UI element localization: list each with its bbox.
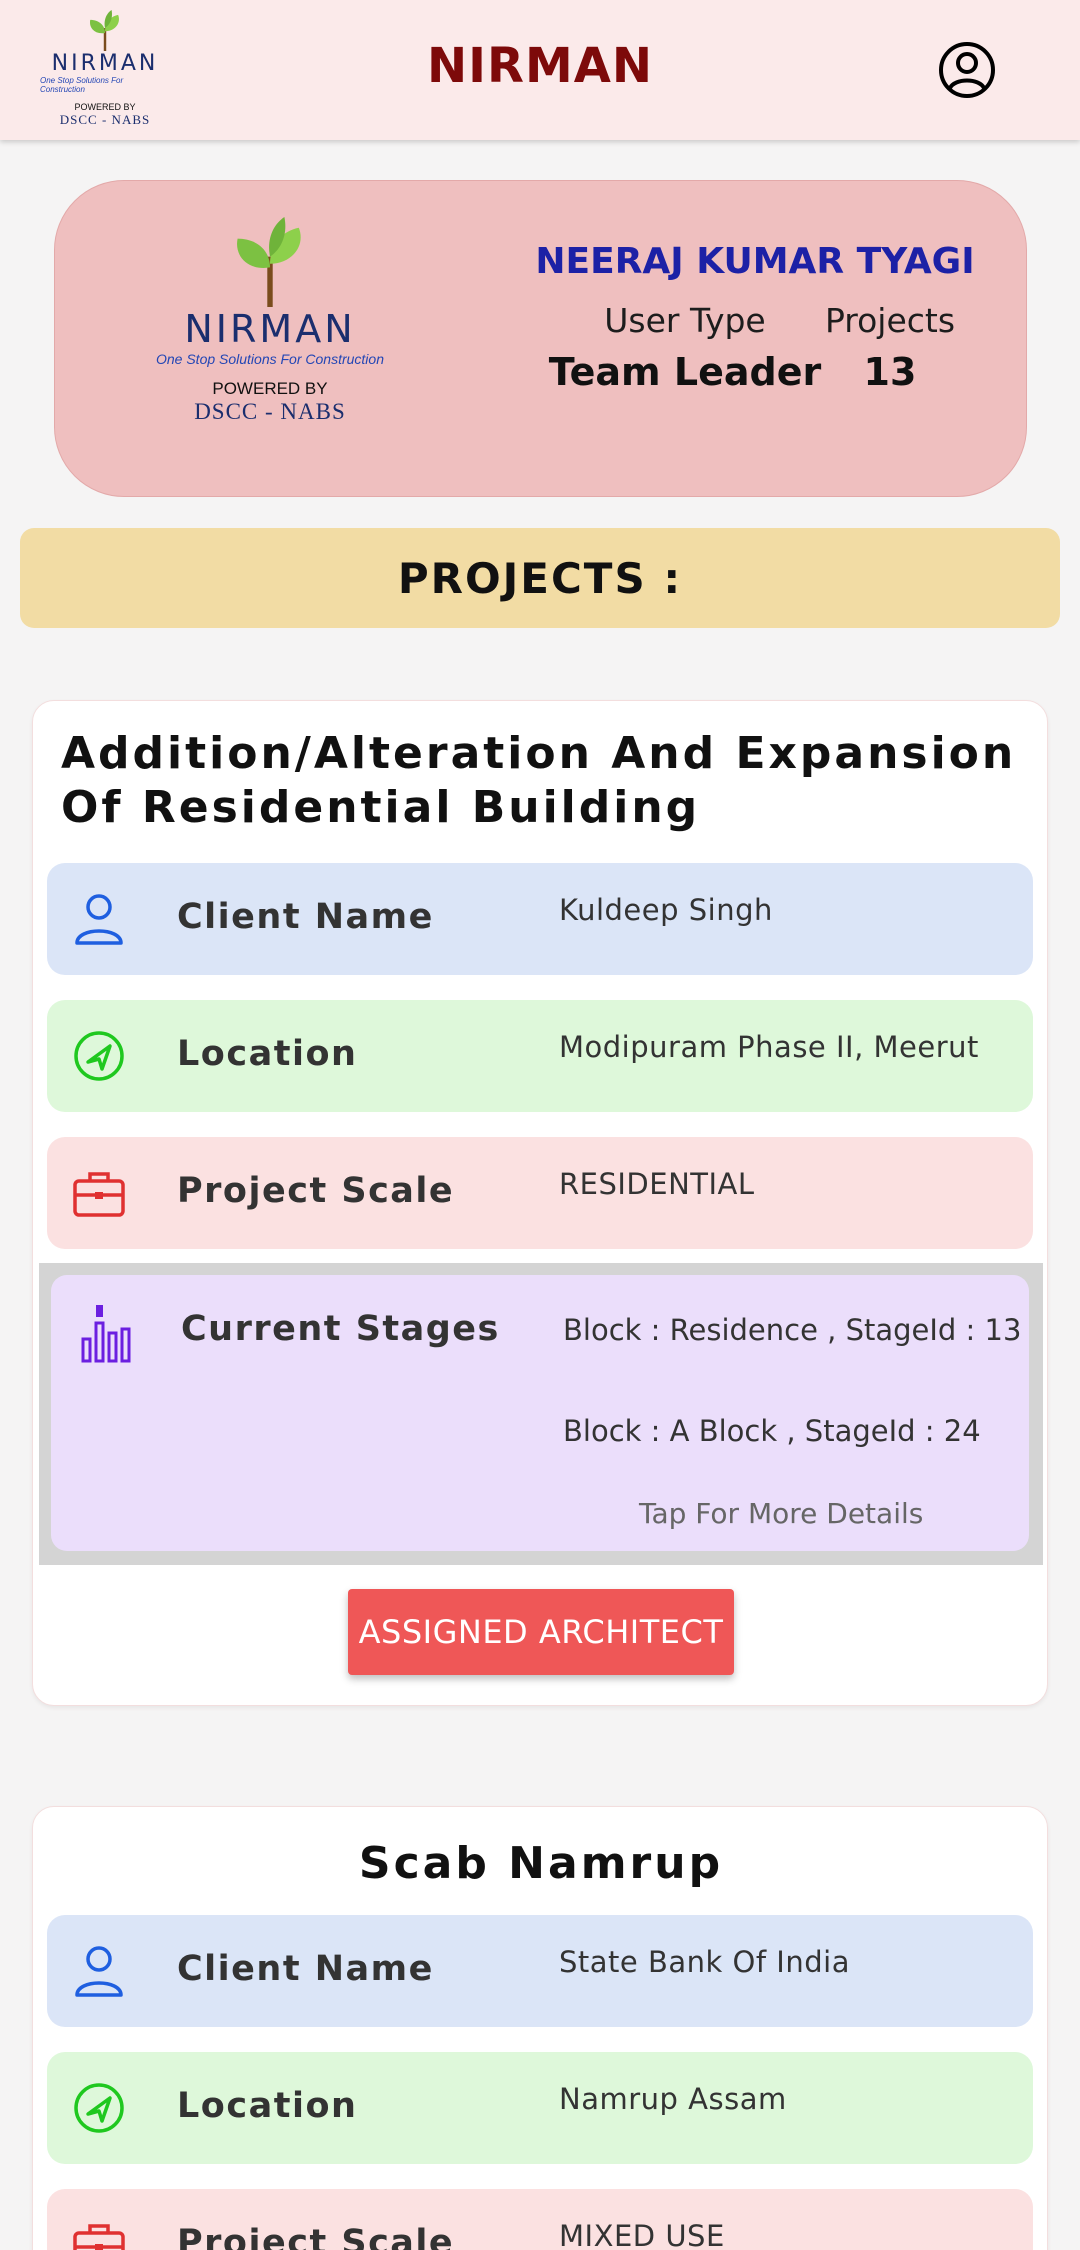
- briefcase-icon: [73, 2224, 125, 2250]
- location-value: Modipuram Phase II, Meerut: [559, 1030, 979, 1064]
- scale-label: Project Scale: [177, 1171, 455, 1211]
- client-row: Client Name State Bank Of India: [47, 1915, 1033, 2027]
- briefcase-icon: [73, 1172, 125, 1217]
- project-card[interactable]: Addition/Alteration And Expansion Of Res…: [32, 700, 1048, 1706]
- logo-powered-by: POWERED BY: [74, 102, 136, 112]
- bar-chart-icon: [81, 1305, 131, 1363]
- stages-row[interactable]: Current Stages Block : Residence , Stage…: [51, 1275, 1029, 1551]
- navigation-icon: [74, 1031, 124, 1081]
- profile-card: NIRMAN One Stop Solutions For Constructi…: [54, 180, 1027, 497]
- client-value: State Bank Of India: [559, 1945, 850, 1979]
- logo-word: NIRMAN: [184, 307, 356, 351]
- scale-label: Project Scale: [177, 2223, 455, 2250]
- logo-powered-by: POWERED BY: [212, 379, 328, 398]
- logo-org: DSCC - NABS: [59, 112, 151, 127]
- profile-logo: NIRMAN One Stop Solutions For Constructi…: [155, 217, 385, 447]
- assigned-architect-button[interactable]: ASSIGNED ARCHITECT: [348, 1589, 734, 1675]
- stage-item: Block : A Block , StageId : 24: [563, 1414, 981, 1448]
- stage-item: Block : Residence , StageId : 13: [563, 1313, 1022, 1347]
- location-label: Location: [177, 1034, 358, 1074]
- tree-icon: [237, 217, 301, 307]
- projects-label: Projects: [824, 301, 956, 340]
- client-value: Kuldeep Singh: [559, 893, 773, 927]
- navigation-icon: [74, 2083, 124, 2133]
- location-row: Location Namrup Assam: [47, 2052, 1033, 2164]
- logo-tagline: One Stop Solutions For Construction: [155, 351, 384, 367]
- stages-section[interactable]: Current Stages Block : Residence , Stage…: [39, 1263, 1043, 1565]
- scale-value: MIXED USE: [559, 2219, 725, 2250]
- app-bar: NIRMAN One Stop Solutions For Constructi…: [0, 0, 1080, 140]
- project-card[interactable]: Scab Namrup Client Name State Bank Of In…: [32, 1806, 1048, 2250]
- person-icon: [75, 894, 123, 945]
- stages-label: Current Stages: [181, 1309, 500, 1349]
- tap-for-details[interactable]: Tap For More Details: [639, 1497, 923, 1530]
- client-row: Client Name Kuldeep Singh: [47, 863, 1033, 975]
- scale-value: RESIDENTIAL: [559, 1167, 755, 1201]
- logo-org: DSCC - NABS: [194, 399, 346, 424]
- location-label: Location: [177, 2086, 358, 2126]
- person-icon: [75, 1946, 123, 1997]
- projects-count-block: Projects 13: [755, 301, 1025, 394]
- scale-row: Project Scale RESIDENTIAL: [47, 1137, 1033, 1249]
- app-title: NIRMAN: [426, 38, 654, 94]
- location-value: Namrup Assam: [559, 2082, 787, 2116]
- project-title: Addition/Alteration And Expansion Of Res…: [61, 728, 1017, 833]
- projects-heading: PROJECTS :: [20, 528, 1060, 628]
- scale-row: Project Scale MIXED USE: [47, 2189, 1033, 2250]
- project-title: Scab Namrup: [358, 1838, 724, 1889]
- account-circle-icon[interactable]: [937, 40, 997, 100]
- client-label: Client Name: [177, 1949, 434, 1989]
- user-name: NEERAJ KUMAR TYAGI: [535, 241, 975, 282]
- location-row: Location Modipuram Phase II, Meerut: [47, 1000, 1033, 1112]
- client-label: Client Name: [177, 897, 434, 937]
- projects-count: 13: [863, 350, 917, 394]
